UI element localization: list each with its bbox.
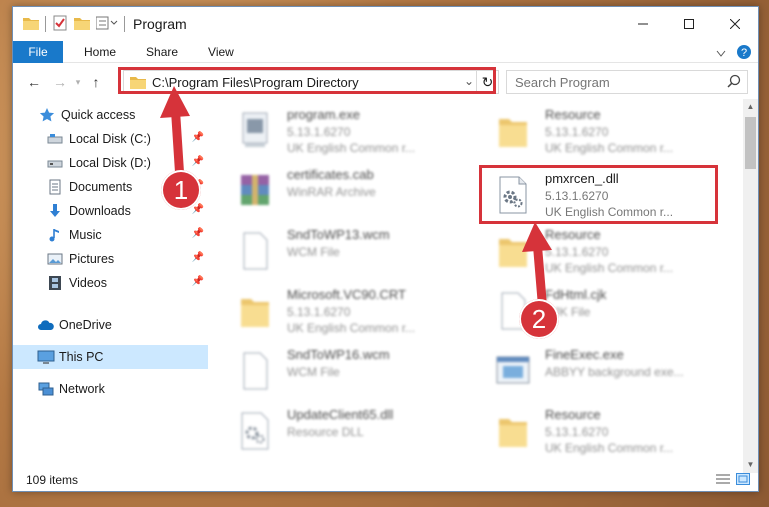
step-2-badge: 2 <box>519 299 559 339</box>
annotation-arrows <box>160 86 552 305</box>
step-1-badge: 1 <box>161 170 201 210</box>
